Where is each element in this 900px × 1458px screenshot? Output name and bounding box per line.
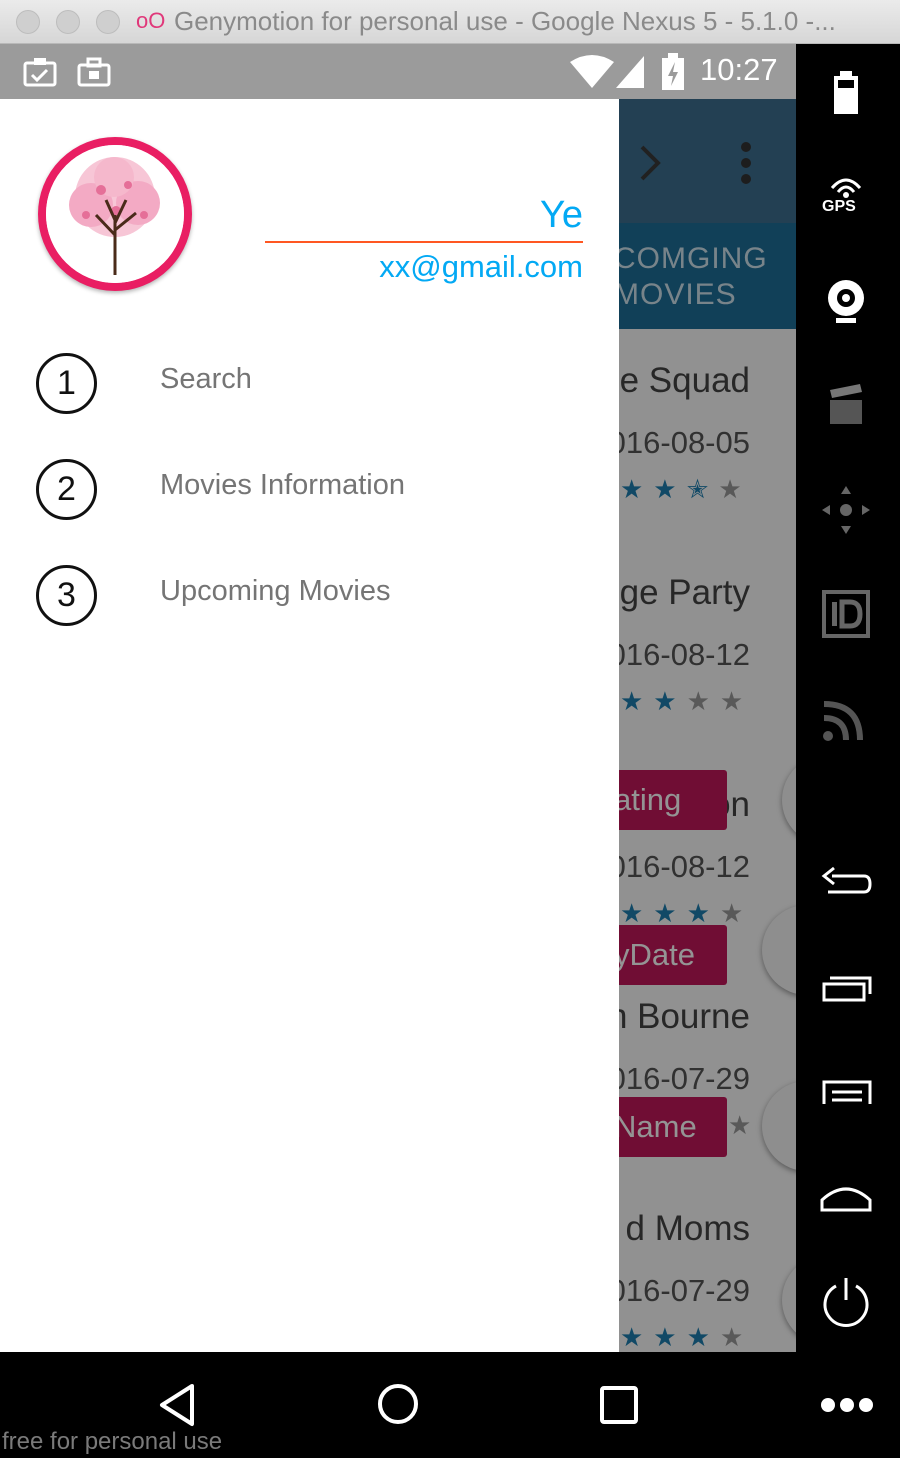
number-2-icon: 2 (36, 459, 97, 520)
notification-briefcase-icon (77, 57, 111, 87)
nav-home-icon[interactable] (376, 1382, 420, 1426)
user-email: xx@gmail.com (379, 249, 583, 284)
status-time: 10:27 (700, 52, 778, 87)
menu-item-label: Upcoming Movies (160, 575, 391, 607)
recents-icon[interactable] (818, 962, 874, 1018)
window-minimize-button[interactable] (56, 10, 80, 34)
number-3-icon: 3 (36, 565, 97, 626)
nav-recents-icon[interactable] (598, 1384, 640, 1426)
menu-item-label: Movies Information (160, 469, 405, 501)
watermark: free for personal use (2, 1428, 223, 1455)
window-title: Genymotion for personal use - Google Nex… (174, 6, 836, 36)
webcam-icon[interactable] (818, 272, 874, 328)
menu-item-movies-information[interactable]: 2 Movies Information (0, 459, 619, 559)
menu-item-search[interactable]: 1 Search (0, 353, 619, 453)
home-icon[interactable] (818, 1172, 874, 1228)
id-icon[interactable] (818, 586, 874, 642)
name-underline (265, 241, 583, 243)
dpad-icon[interactable] (818, 482, 874, 538)
gps-icon[interactable] (818, 168, 874, 198)
battery-icon[interactable] (818, 66, 874, 122)
android-status-bar (0, 44, 796, 99)
menu-item-label: Search (160, 363, 252, 395)
window-zoom-button[interactable] (96, 10, 120, 34)
menu-icon[interactable] (818, 1066, 874, 1122)
cast-icon[interactable] (818, 690, 874, 746)
battery-charging-icon (662, 53, 684, 90)
nav-back-icon[interactable] (154, 1382, 200, 1428)
back-icon[interactable] (818, 856, 874, 912)
navigation-drawer: Ye xx@gmail.com 1 Search 2 Movies Inform… (0, 99, 619, 1352)
more-icon[interactable] (820, 1394, 874, 1416)
avatar[interactable] (38, 137, 192, 291)
number-1-icon: 1 (36, 353, 97, 414)
power-icon[interactable] (818, 1274, 874, 1330)
cherry-blossom-tree-image (46, 145, 184, 283)
menu-item-upcoming-movies[interactable]: 3 Upcoming Movies (0, 565, 619, 665)
user-name[interactable]: Ye (265, 194, 583, 237)
genymotion-logo: oO (136, 8, 166, 33)
notification-clipboard-icon (23, 58, 57, 87)
gps-label: GPS (822, 198, 856, 215)
cell-signal-icon (616, 56, 644, 88)
clapperboard-icon[interactable] (818, 376, 874, 432)
window-close-button[interactable] (16, 10, 40, 34)
wifi-icon (570, 55, 614, 88)
